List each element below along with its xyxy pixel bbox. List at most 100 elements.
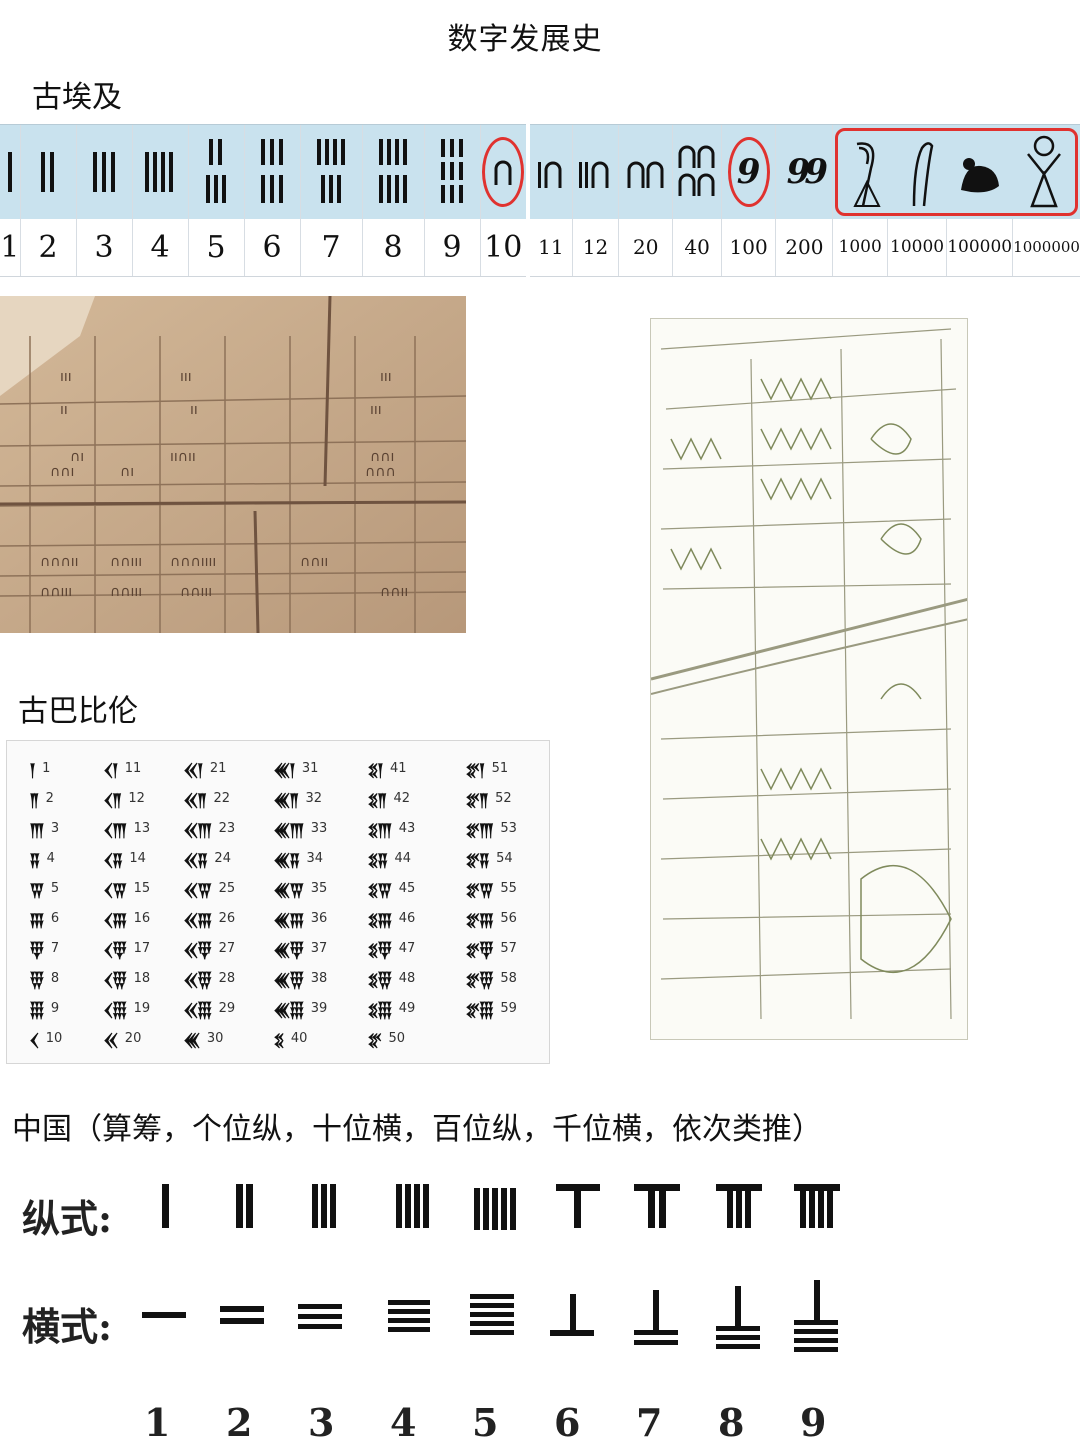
cuneiform-table: 𒁹1 𒈫2 𒐈3 𒐉4 𒐊5 𒐋6 𒑂7 𒑄8 𒑆9 𒌋 10 𒌋𒁹 11 𒌋𒈫 12… — [6, 740, 550, 1064]
babylon-heading: 古巴比伦 — [18, 694, 138, 729]
cuneiform-number: 55 — [500, 880, 517, 896]
digit-label: 8 — [718, 1400, 745, 1445]
cuneiform-number: 4 — [46, 850, 55, 866]
svg-text:∩∩∩: ∩∩∩ — [365, 464, 396, 480]
cuneiform-number: 47 — [398, 940, 416, 956]
rod-horizontal-7 — [634, 1340, 678, 1345]
rod-horizontal-3 — [298, 1314, 342, 1319]
cuneiform-number: 40 — [290, 1030, 308, 1046]
rod-horizontal-6 — [570, 1294, 576, 1334]
egypt-number: 6 — [243, 218, 300, 277]
cuneiform-number: 56 — [500, 910, 517, 926]
rod-vertical-5 — [510, 1188, 516, 1230]
svg-text:ıı: ıı — [60, 402, 68, 418]
cuneiform-number: 44 — [394, 850, 412, 866]
hieroglyph-9 — [423, 124, 480, 219]
rod-vertical-7 — [648, 1184, 655, 1228]
egypt-number: 100000 — [946, 218, 1013, 277]
cuneiform-glyph: 𒐏 — [273, 1030, 285, 1051]
rod-horizontal-5 — [470, 1330, 514, 1335]
cuneiform-number: 15 — [133, 880, 151, 896]
cuneiform-number: 29 — [218, 1000, 236, 1016]
rod-horizontal-4 — [388, 1309, 430, 1314]
svg-text:∩∩∩ıı: ∩∩∩ıı — [40, 554, 79, 570]
hieroglyph-5 — [187, 124, 244, 219]
relief-drawing — [650, 318, 968, 1040]
egypt-heading: 古埃及 — [32, 80, 122, 115]
god-heh-icon — [1027, 135, 1062, 207]
china-heading: 中国（算筹，个位纵，十位横，百位纵，千位横，依次类推） — [12, 1112, 822, 1147]
hieroglyph-2 — [19, 124, 76, 219]
cuneiform-cell: 𒐐𒑆 59 — [465, 993, 555, 1023]
rod-horizontal-5 — [470, 1321, 514, 1326]
rod-horizontal-8 — [716, 1344, 760, 1349]
cuneiform-number: 23 — [218, 820, 236, 836]
egypt-numeral-table-left: 1 2 3 4 5 6 7 8 9 10 — [0, 124, 526, 277]
cuneiform-number: 27 — [218, 940, 236, 956]
egypt-number: 3 — [75, 218, 132, 277]
rod-vertical-3 — [330, 1184, 336, 1228]
digit-label: 9 — [800, 1400, 827, 1445]
egypt-number: 1000 — [832, 218, 888, 277]
rod-vertical-9 — [809, 1184, 815, 1228]
finger-icon — [912, 141, 934, 206]
cuneiform-number: 41 — [389, 760, 407, 776]
digit-label: 6 — [554, 1400, 581, 1445]
rod-vertical-5 — [501, 1188, 507, 1230]
tadpole-icon — [961, 157, 1000, 193]
cuneiform-number: 53 — [500, 820, 517, 836]
hieroglyph-3 — [75, 124, 132, 219]
digit-label: 5 — [472, 1400, 499, 1445]
cuneiform-cell: 𒐏 40 — [273, 1023, 363, 1053]
rod-horizontal-4 — [388, 1300, 430, 1305]
digit-label: 1 — [144, 1400, 171, 1445]
digit-label: 3 — [308, 1400, 335, 1445]
cuneiform-number: 58 — [500, 970, 517, 986]
rod-horizontal-2 — [220, 1318, 264, 1324]
rod-horizontal-9 — [814, 1280, 820, 1322]
svg-text:∩∩ı: ∩∩ı — [370, 449, 394, 465]
egypt-number: 11 — [530, 218, 573, 277]
digit-label: 2 — [226, 1400, 253, 1445]
cuneiform-number: 38 — [310, 970, 328, 986]
cuneiform-number: 6 — [50, 910, 60, 926]
rod-vertical-2 — [246, 1184, 253, 1228]
egypt-number: 7 — [299, 218, 362, 277]
egypt-number: 8 — [361, 218, 424, 277]
rod-horizontal-6 — [550, 1330, 594, 1336]
cuneiform-number: 18 — [133, 970, 151, 986]
cuneiform-number: 33 — [310, 820, 328, 836]
hieroglyph-4 — [131, 124, 188, 219]
rod-vertical-5 — [474, 1188, 480, 1230]
cuneiform-number: 52 — [495, 790, 512, 806]
stone-tablet-photo: ııı ııı ııı ıı ıı ııı ∩ı ıı∩ıı ∩∩ı ∩∩ı ∩ı ∩∩∩ ∩∩… — [0, 296, 466, 633]
rod-vertical-6 — [574, 1184, 581, 1228]
rod-horizontal-9 — [794, 1320, 838, 1325]
cuneiform-number: 43 — [398, 820, 416, 836]
egypt-number: 12 — [571, 218, 619, 277]
rod-horizontal-8 — [735, 1286, 741, 1328]
cuneiform-number: 28 — [218, 970, 236, 986]
hieroglyph-12 — [571, 124, 619, 219]
cuneiform-number: 51 — [491, 760, 509, 776]
cuneiform-number: 14 — [129, 850, 146, 866]
svg-text:ııı: ııı — [60, 369, 72, 385]
cuneiform-column-5: 𒐏𒁹 41 𒐏𒈫 42 𒐏𒐈 43 𒐏𒐉 44 𒐏𒐊 45 𒐏𒐋 46 𒐏𒑂 47 𒐏𒑄 48 … — [367, 753, 457, 1053]
cuneiform-number: 5 — [50, 880, 60, 896]
rod-horizontal-9 — [794, 1338, 838, 1343]
egypt-number: 1000000 — [1012, 218, 1080, 277]
hieroglyph-40 — [672, 124, 722, 219]
rod-vertical-4 — [405, 1184, 411, 1228]
hieroglyph-6 — [243, 124, 300, 219]
rod-vertical-9 — [800, 1184, 806, 1228]
cuneiform-number: 57 — [500, 940, 517, 956]
egypt-number: 4 — [131, 218, 188, 277]
digit-label: 4 — [390, 1400, 417, 1445]
svg-text:∩∩ııı: ∩∩ııı — [40, 584, 72, 600]
egypt-symbol-row — [0, 124, 526, 219]
rod-horizontal-5 — [470, 1312, 514, 1317]
egypt-number: 200 — [775, 218, 833, 277]
cuneiform-number: 2 — [45, 790, 54, 806]
cuneiform-number: 32 — [305, 790, 323, 806]
horizontal-rods-row — [0, 1280, 1080, 1356]
